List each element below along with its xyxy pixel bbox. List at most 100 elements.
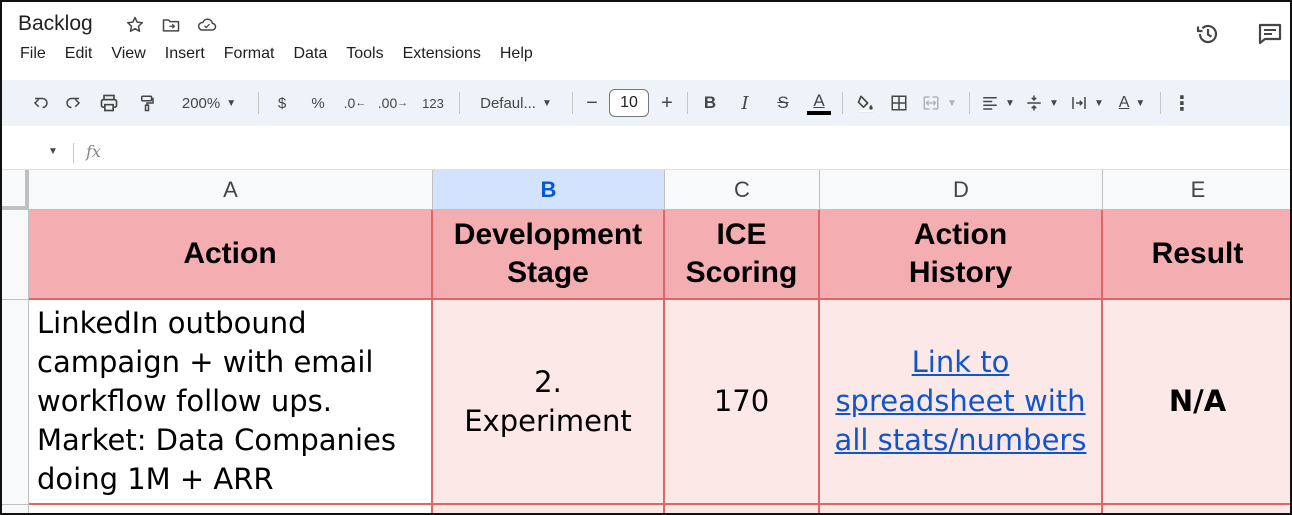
row-header-1[interactable] — [2, 210, 29, 300]
toolbar-divider — [1160, 92, 1161, 114]
formula-divider — [73, 143, 74, 163]
fx-icon: fx — [86, 142, 101, 161]
cell-empty[interactable] — [1103, 505, 1290, 513]
arrow-left-icon: ← — [355, 97, 367, 109]
toolbar-divider — [687, 92, 688, 114]
font-size-field[interactable]: 10 — [605, 88, 653, 118]
toolbar-divider — [258, 92, 259, 114]
menu-help[interactable]: Help — [500, 45, 533, 63]
cell-empty[interactable] — [29, 505, 433, 513]
horizontal-align-icon[interactable]: ▼ — [976, 88, 1020, 118]
column-header-e[interactable]: E — [1103, 170, 1290, 210]
increase-decimal-label: .00 — [377, 95, 398, 111]
row-header-3[interactable] — [2, 505, 29, 513]
text-color-swatch — [807, 110, 831, 115]
menu-edit[interactable]: Edit — [65, 45, 93, 63]
toolbar-divider — [842, 92, 843, 114]
formula-bar: ▼ fx — [2, 134, 1290, 170]
menu-file[interactable]: File — [20, 45, 46, 63]
row-header-2[interactable] — [2, 300, 29, 505]
toolbar-divider — [459, 92, 460, 114]
column-header-b[interactable]: B — [433, 170, 665, 210]
chevron-down-icon: ▼ — [1049, 97, 1059, 109]
title-icons — [124, 14, 218, 36]
more-options-icon[interactable]: ⋮ — [1167, 88, 1197, 118]
menu-data[interactable]: Data — [293, 45, 327, 63]
header-cell-development-stage[interactable]: Development Stage — [433, 210, 665, 300]
toolbar: 200% ▼ $ % .0 ← .00 → 123 Defaul... ▼ − 10… — [2, 80, 1290, 126]
cell-empty[interactable] — [665, 505, 820, 513]
cell-ice-scoring[interactable]: 170 — [665, 300, 820, 505]
star-icon[interactable] — [124, 14, 146, 36]
chevron-down-icon: ▼ — [1135, 97, 1146, 109]
header-cell-action-history[interactable]: Action History — [820, 210, 1103, 300]
name-box-dropdown-icon[interactable]: ▼ — [48, 146, 58, 157]
text-color-button[interactable]: A — [802, 88, 836, 118]
cell-result[interactable]: N/A — [1103, 300, 1290, 505]
cloud-status-icon[interactable] — [196, 14, 218, 36]
number-format-button[interactable]: 123 — [413, 88, 453, 118]
cell-action-history[interactable]: Link to spreadsheet with all stats/numbe… — [820, 300, 1103, 505]
version-history-icon[interactable] — [1194, 20, 1222, 48]
text-rotation-label: A — [1118, 94, 1130, 111]
text-color-label: A — [813, 90, 825, 110]
select-all-corner[interactable] — [2, 170, 29, 210]
cell-empty[interactable] — [433, 505, 665, 513]
undo-icon[interactable] — [26, 88, 56, 118]
chevron-down-icon: ▼ — [1005, 97, 1015, 109]
increase-font-size-button[interactable]: + — [653, 88, 681, 118]
chevron-down-icon: ▼ — [947, 97, 957, 109]
cell-development-stage[interactable]: 2. Experiment — [433, 300, 665, 505]
menu-tools[interactable]: Tools — [346, 45, 383, 63]
toolbar-divider — [969, 92, 970, 114]
strikethrough-button[interactable]: S — [764, 88, 802, 118]
cell-action-text: LinkedIn outbound campaign + with email … — [37, 306, 396, 496]
spreadsheet-window: Backlog File Edit View Insert Format Dat… — [0, 0, 1292, 515]
column-header-d[interactable]: D — [820, 170, 1103, 210]
paint-format-icon[interactable] — [128, 88, 166, 118]
cell-development-stage-text: 2. Experiment — [464, 364, 632, 438]
menu-format[interactable]: Format — [224, 45, 275, 63]
menu-view[interactable]: View — [111, 45, 145, 63]
font-size-input[interactable]: 10 — [609, 89, 649, 117]
header-right-icons — [1194, 20, 1284, 48]
borders-icon[interactable] — [883, 88, 915, 118]
fill-color-icon[interactable] — [849, 88, 883, 118]
zoom-select[interactable]: 200% ▼ — [166, 88, 252, 118]
menu-bar: File Edit View Insert Format Data Tools … — [20, 45, 533, 63]
decrease-decimal-label: .0 — [343, 95, 356, 111]
decrease-decimal-button[interactable]: .0 ← — [337, 88, 373, 118]
vertical-align-icon[interactable]: ▼ — [1020, 88, 1064, 118]
percent-format-button[interactable]: % — [299, 88, 337, 118]
header-cell-action[interactable]: Action — [29, 210, 433, 300]
print-icon[interactable] — [90, 88, 128, 118]
column-header-c[interactable]: C — [665, 170, 820, 210]
header-cell-result[interactable]: Result — [1103, 210, 1290, 300]
font-select[interactable]: Defaul... ▼ — [466, 88, 566, 118]
cell-action[interactable]: LinkedIn outbound campaign + with email … — [29, 300, 433, 505]
italic-button[interactable]: I — [726, 88, 764, 118]
action-history-link[interactable]: Link to spreadsheet with all stats/numbe… — [835, 343, 1087, 460]
chevron-down-icon: ▼ — [541, 97, 552, 109]
move-to-folder-icon[interactable] — [160, 14, 182, 36]
column-header-a[interactable]: A — [29, 170, 433, 210]
text-wrapping-icon[interactable]: ▼ — [1064, 88, 1110, 118]
cell-result-text: N/A — [1168, 384, 1227, 418]
menu-extensions[interactable]: Extensions — [403, 45, 481, 63]
document-title[interactable]: Backlog — [18, 12, 93, 36]
text-rotation-button[interactable]: A ▼ — [1110, 88, 1154, 118]
comments-icon[interactable] — [1256, 20, 1284, 48]
cell-empty[interactable] — [820, 505, 1103, 513]
chevron-down-icon: ▼ — [1094, 97, 1104, 109]
decrease-font-size-button[interactable]: − — [579, 88, 605, 118]
toolbar-divider — [572, 92, 573, 114]
font-value: Defaul... — [480, 94, 536, 112]
header-cell-ice-scoring[interactable]: ICE Scoring — [665, 210, 820, 300]
redo-icon[interactable] — [56, 88, 90, 118]
increase-decimal-button[interactable]: .00 → — [373, 88, 413, 118]
merge-cells-icon[interactable]: ▼ — [915, 88, 963, 118]
menu-insert[interactable]: Insert — [165, 45, 205, 63]
zoom-value: 200% — [181, 94, 221, 112]
currency-format-button[interactable]: $ — [265, 88, 299, 118]
bold-button[interactable]: B — [694, 88, 726, 118]
